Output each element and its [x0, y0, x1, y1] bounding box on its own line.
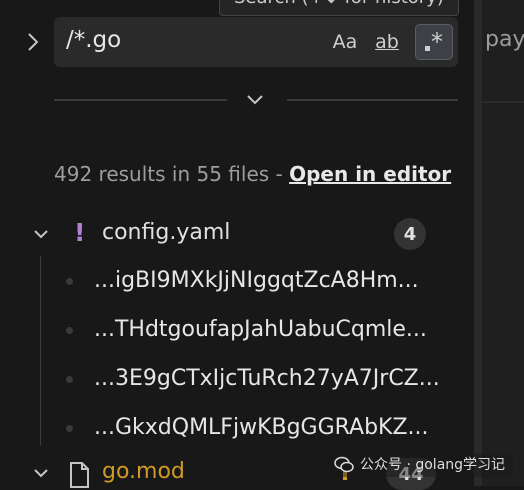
editor-divider [482, 101, 524, 103]
watermark: 公众号 · golang学习记 [332, 453, 514, 477]
match-case-button[interactable]: Aa [326, 24, 364, 60]
file-row-config[interactable]: ! config.yaml 4 [0, 214, 474, 254]
tooltip-text: Search (↑↓ for history) [234, 0, 444, 8]
file-name: config.yaml [102, 220, 231, 245]
match-bullet-icon [66, 376, 73, 383]
open-in-editor-link[interactable]: Open in editor [289, 162, 451, 186]
match-count-badge: 4 [394, 218, 426, 250]
match-row[interactable]: ...3E9gCTxIjcTuRch27yA7JrCZ... [0, 355, 474, 405]
divider [54, 99, 227, 101]
watermark-text: 公众号 · golang学习记 [360, 457, 506, 473]
whole-word-button[interactable]: ab [368, 24, 406, 60]
chevron-right-icon[interactable] [22, 30, 44, 54]
regex-dot-icon [425, 46, 430, 51]
chevron-down-icon[interactable] [32, 466, 50, 480]
search-tooltip: Search (↑↓ for history) [219, 0, 459, 16]
match-bullet-icon [66, 327, 73, 334]
panel-sash[interactable] [474, 0, 482, 486]
match-bullet-icon [66, 425, 73, 432]
match-case-label: Aa [332, 31, 358, 53]
search-panel: /*.go Aa ab * 492 results in 55 files - … [0, 0, 474, 490]
match-bullet-icon [66, 278, 73, 285]
match-row[interactable]: ...igBI9MXkJjNIggqtZcA8Hm... [0, 257, 474, 307]
file-icon [70, 462, 89, 488]
chevron-down-icon[interactable] [32, 227, 50, 241]
match-text: ...3E9gCTxIjcTuRch27yA7JrCZ... [94, 366, 440, 391]
match-row[interactable]: ...GkxdQMLFjwKBgGGRAbKZ... [0, 404, 474, 454]
results-count: 492 results in 55 files - [54, 162, 290, 186]
exclamation-icon: ! [74, 218, 86, 247]
results-summary: 492 results in 55 files - Open in editor [54, 162, 451, 186]
editor-text: pay [485, 27, 524, 52]
regex-label: * [431, 28, 443, 56]
file-name[interactable]: go.mod [102, 459, 185, 484]
divider [287, 99, 458, 101]
editor-area[interactable]: pay [482, 0, 524, 486]
match-text: ...THdtgoufapJahUabuCqmle... [94, 317, 427, 342]
regex-button[interactable]: * [415, 24, 453, 60]
match-text: ...igBI9MXkJjNIggqtZcA8Hm... [94, 268, 419, 293]
match-text: ...GkxdQMLFjwKBgGGRAbKZ... [94, 415, 429, 440]
match-row[interactable]: ...THdtgoufapJahUabuCqmle... [0, 306, 474, 356]
chevron-down-icon[interactable] [244, 90, 266, 110]
wechat-icon [334, 456, 354, 473]
search-query[interactable]: /*.go [66, 27, 121, 53]
search-input[interactable]: /*.go Aa ab * [54, 17, 458, 67]
whole-word-label: ab [375, 31, 399, 53]
